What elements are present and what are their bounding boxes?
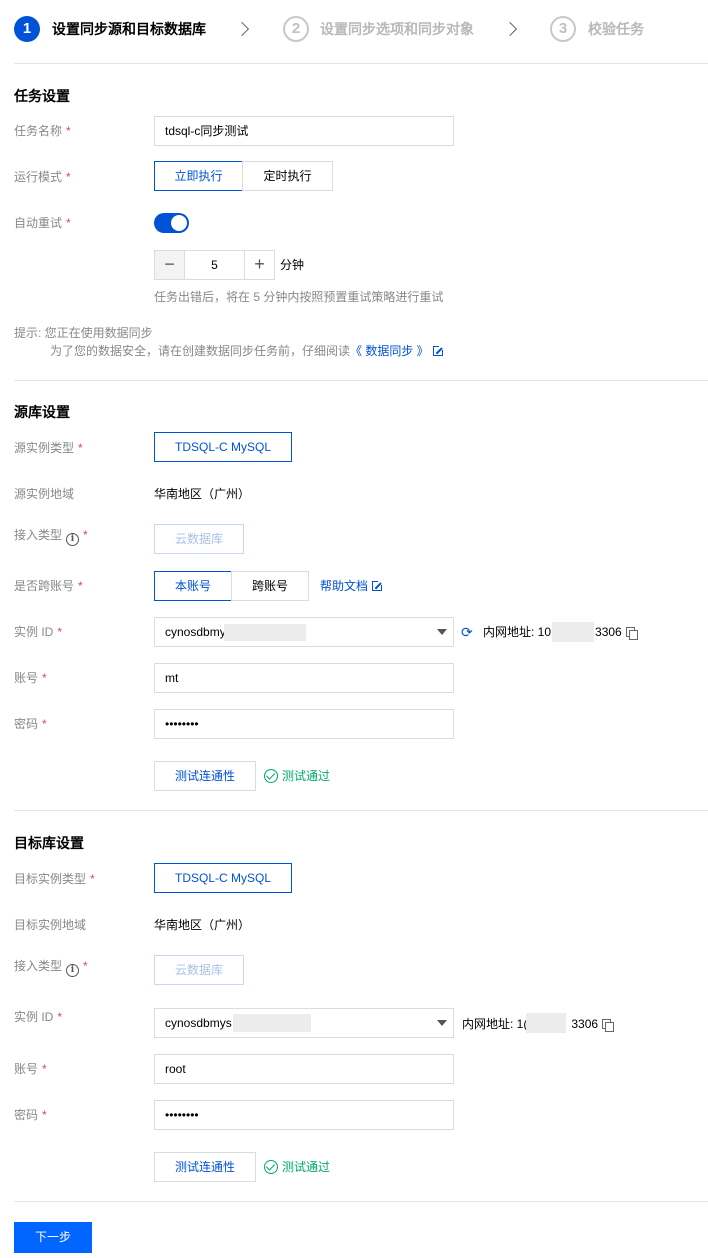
copy-icon[interactable] <box>602 1019 615 1032</box>
minus-icon[interactable]: − <box>154 250 185 280</box>
redaction-mask <box>233 1014 311 1032</box>
redaction-mask <box>526 1013 566 1033</box>
task-name-input[interactable]: tdsql-c同步测试 <box>154 116 454 146</box>
target-region-label: 目标实例地域 <box>14 918 87 932</box>
divider <box>14 810 708 811</box>
redaction-mask <box>224 624 306 641</box>
next-step-button[interactable]: 下一步 <box>14 1222 92 1253</box>
info-icon[interactable]: i <box>66 964 80 977</box>
tip-prefix: 提示: 您正在使用数据同步 <box>14 326 153 340</box>
source-instance-value: cynosdbmy <box>165 625 226 639</box>
cross-account-label: 是否跨账号 * <box>14 579 83 593</box>
target-test-result: 测试通过 <box>264 1159 330 1175</box>
task-section-title: 任务设置 <box>14 88 70 104</box>
divider <box>14 1201 708 1202</box>
check-circle-icon <box>264 1160 278 1174</box>
run-mode-label: 运行模式 * <box>14 170 71 184</box>
retry-unit: 分钟 <box>280 258 305 272</box>
chevron-right-icon <box>234 21 250 37</box>
help-doc-link[interactable]: 帮助文档 <box>320 579 368 593</box>
target-password-label: 密码 * <box>14 1108 47 1122</box>
auto-retry-label: 自动重试 * <box>14 216 71 230</box>
source-instance-label: 实例 ID * <box>14 625 63 639</box>
target-password-input[interactable]: •••••••• <box>154 1100 454 1130</box>
target-type-label: 目标实例类型 * <box>14 872 95 886</box>
target-instance-label: 实例 ID * <box>14 1010 63 1024</box>
source-type-label: 源实例类型 * <box>14 441 83 455</box>
help-doc[interactable]: 帮助文档 <box>320 578 384 594</box>
external-link-icon[interactable] <box>372 580 384 591</box>
cross-account-button[interactable]: 跨账号 <box>231 571 309 601</box>
source-password-input[interactable]: •••••••• <box>154 709 454 739</box>
run-now-button[interactable]: 立即执行 <box>154 161 243 191</box>
tip-line: 为了您的数据安全，请在创建数据同步任务前，仔细阅读《 数据同步 》 <box>50 343 444 359</box>
check-circle-icon <box>264 769 278 783</box>
external-link-icon[interactable] <box>432 345 444 356</box>
chevron-down-icon <box>437 1020 447 1026</box>
target-account-label: 账号 * <box>14 1062 47 1076</box>
target-type-button[interactable]: TDSQL-C MySQL <box>154 863 292 893</box>
step-3-number: 3 <box>550 16 576 42</box>
divider <box>14 63 708 64</box>
run-scheduled-button[interactable]: 定时执行 <box>242 161 333 191</box>
step-3-label: 校验任务 <box>588 21 644 37</box>
step-1-number: 1 <box>14 16 40 42</box>
source-access-button: 云数据库 <box>154 524 244 554</box>
auto-retry-toggle[interactable] <box>154 213 189 233</box>
same-account-button[interactable]: 本账号 <box>154 571 232 601</box>
chevron-right-icon <box>502 21 518 37</box>
target-access-button: 云数据库 <box>154 955 244 985</box>
step-2-number: 2 <box>283 16 309 42</box>
task-name-label: 任务名称 * <box>14 124 71 138</box>
source-account-label: 账号 * <box>14 671 47 685</box>
target-region-value: 华南地区（广州） <box>154 918 251 932</box>
source-section-title: 源库设置 <box>14 404 70 420</box>
source-test-result: 测试通过 <box>264 768 330 784</box>
target-access-label: 接入类型 i * <box>14 959 88 977</box>
retry-minutes-input[interactable]: 5 <box>184 250 245 280</box>
source-test-connection-button[interactable]: 测试连通性 <box>154 761 256 791</box>
sync-doc-link[interactable]: 《 数据同步 》 <box>350 344 429 358</box>
divider <box>14 380 708 381</box>
target-section-title: 目标库设置 <box>14 835 84 851</box>
source-account-input[interactable]: mt <box>154 663 454 693</box>
step-2-label: 设置同步选项和同步对象 <box>320 21 474 37</box>
info-icon[interactable]: i <box>66 533 80 546</box>
plus-icon[interactable]: + <box>244 250 275 280</box>
source-region-label: 源实例地域 <box>14 487 75 501</box>
source-region-value: 华南地区（广州） <box>154 487 251 501</box>
target-test-connection-button[interactable]: 测试连通性 <box>154 1152 256 1182</box>
source-access-label: 接入类型 i * <box>14 528 88 546</box>
target-account-input[interactable]: root <box>154 1054 454 1084</box>
refresh-icon[interactable]: ⟳ <box>461 624 473 640</box>
step-1-label: 设置同步源和目标数据库 <box>52 21 206 37</box>
redaction-mask <box>552 622 594 642</box>
toggle-knob <box>171 215 187 231</box>
copy-icon[interactable] <box>625 627 638 640</box>
source-type-button[interactable]: TDSQL-C MySQL <box>154 432 292 462</box>
retry-hint: 任务出错后，将在 5 分钟内按照预置重试策略进行重试 <box>154 290 444 304</box>
source-password-label: 密码 * <box>14 717 47 731</box>
target-instance-value: cynosdbmys <box>165 1016 232 1030</box>
chevron-down-icon <box>437 629 447 635</box>
